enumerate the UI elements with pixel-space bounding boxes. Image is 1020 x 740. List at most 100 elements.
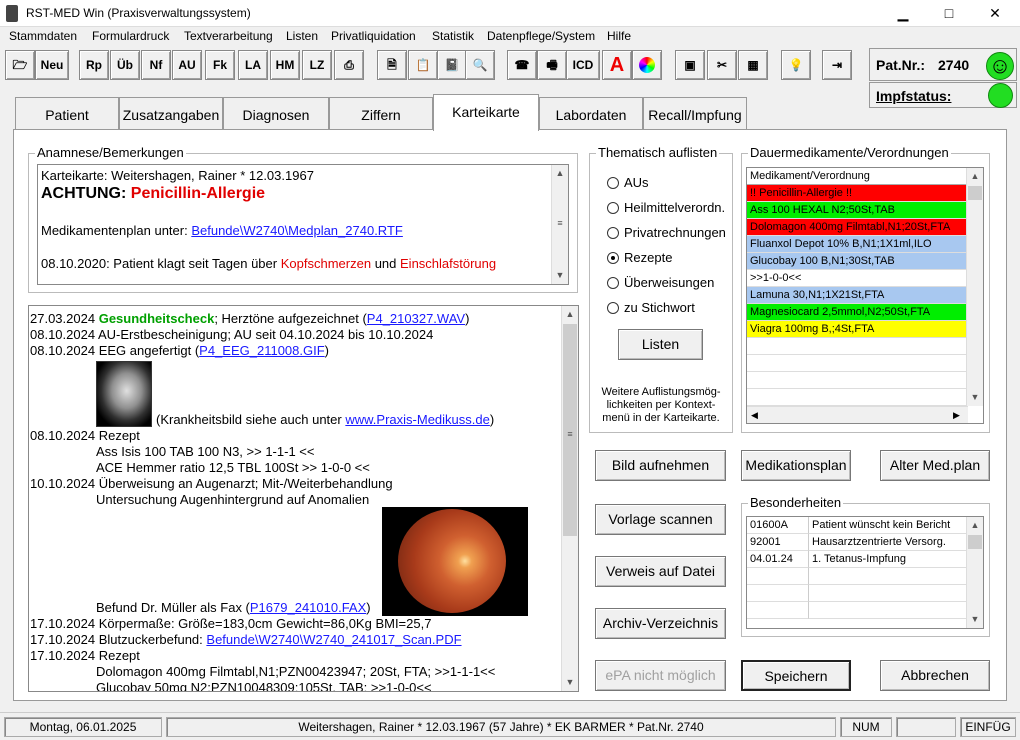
radio-rezepte-label[interactable]: Rezepte [624, 250, 672, 266]
printer-icon[interactable]: ⎙ [334, 50, 364, 80]
medication-row[interactable]: !! Penicillin-Allergie !! [747, 185, 968, 202]
allergy-warning: ACHTUNG: Penicillin-Allergie [41, 185, 266, 202]
radio-aus-label[interactable]: AUs [624, 175, 649, 191]
impfstatus-box[interactable]: Impfstatus: [869, 82, 1017, 108]
radio-ueberweisungen[interactable] [607, 277, 619, 289]
besonderheit-empty [747, 568, 809, 585]
anamnese-scrollbar[interactable]: ▲ ≡ ▼ [551, 165, 568, 284]
safe-icon[interactable]: ▣ [675, 50, 705, 80]
abbrechen-button[interactable]: Abbrechen [880, 660, 990, 691]
lightbulb-icon[interactable]: 💡 [781, 50, 811, 80]
besonderheit-text[interactable]: 1. Tetanus-Impfung [809, 551, 968, 568]
medication-row[interactable]: >>1-0-0<< [747, 270, 968, 287]
besonderheit-empty [809, 585, 968, 602]
medication-row[interactable]: Fluanxol Depot 10% B,N1;1X1ml,ILO [747, 236, 968, 253]
tab-karteikarte[interactable]: Karteikarte [433, 94, 539, 131]
menu-privatliquidation[interactable]: Privatliquidation [331, 29, 416, 43]
dauermedikamente-label: Dauermedikamente/Verordnungen [748, 145, 951, 160]
new-button[interactable]: Neu [35, 50, 69, 80]
menu-textverarbeitung[interactable]: Textverarbeitung [184, 29, 273, 43]
ueb-button[interactable]: Üb [110, 50, 140, 80]
speichern-button[interactable]: Speichern [741, 660, 851, 691]
archiv-verzeichnis-button[interactable]: Archiv-Verzeichnis [595, 608, 726, 639]
tab-zusatzangaben[interactable]: Zusatzangaben [119, 97, 223, 129]
medication-vscroll[interactable]: ▲ ▼ [966, 168, 983, 406]
note-line: 08.10.2020: Patient klagt seit Tagen übe… [41, 256, 497, 271]
besonderheit-code[interactable]: 01600A [747, 517, 809, 534]
verweis-auf-datei-button[interactable]: Verweis auf Datei [595, 556, 726, 587]
bild-aufnehmen-button[interactable]: Bild aufnehmen [595, 450, 726, 481]
radio-privatrechnungen-label[interactable]: Privatrechnungen [624, 225, 726, 241]
radio-rezepte[interactable] [607, 252, 619, 264]
clipboard-icon[interactable]: 📋 [408, 50, 438, 80]
tab-ziffern[interactable]: Ziffern [329, 97, 433, 129]
medication-row[interactable]: Magnesiocard 2,5mmol,N2;50St,FTA [747, 304, 968, 321]
magnifier-icon[interactable]: 🔍 [465, 50, 495, 80]
menu-formulardruck[interactable]: Formulardruck [92, 29, 169, 43]
besonderheit-text[interactable]: Patient wünscht kein Bericht [809, 517, 968, 534]
medication-hscroll[interactable]: ◀ ▶ [747, 406, 968, 423]
notebook-icon[interactable]: 📓 [437, 50, 467, 80]
fk-button[interactable]: Fk [205, 50, 235, 80]
lz-button[interactable]: LZ [302, 50, 332, 80]
color-wheel-icon[interactable] [632, 50, 662, 80]
besonderheiten-grid[interactable]: 01600A Patient wünscht kein Bericht 9200… [746, 516, 984, 629]
calculator-icon[interactable]: ▦ [738, 50, 768, 80]
radio-stichwort-label[interactable]: zu Stichwort [624, 300, 695, 316]
hm-button[interactable]: HM [270, 50, 300, 80]
menu-statistik[interactable]: Statistik [432, 29, 474, 43]
close-button[interactable]: ✕ [972, 0, 1018, 27]
medication-row[interactable]: Glucobay 100 B,N1;30St,TAB [747, 253, 968, 270]
telephone-icon[interactable]: ☎ [507, 50, 537, 80]
menu-stammdaten[interactable]: Stammdaten [9, 29, 77, 43]
radio-heilmittel-label[interactable]: Heilmittelverordn. [624, 200, 725, 216]
listen-button[interactable]: Listen [618, 329, 703, 360]
nf-button[interactable]: Nf [141, 50, 171, 80]
open-folder-icon[interactable]: 🗁 [5, 50, 35, 80]
tools-icon[interactable]: ✂ [707, 50, 737, 80]
medication-grid[interactable]: Medikament/Verordnung !! Penicillin-Alle… [746, 167, 984, 424]
menu-listen[interactable]: Listen [286, 29, 318, 43]
fax-icon[interactable]: 🖷 [537, 50, 567, 80]
menu-datenpflege[interactable]: Datenpflege/System [487, 29, 595, 43]
radio-ueberweisungen-label[interactable]: Überweisungen [624, 275, 714, 291]
kartei-journal[interactable]: 27.03.2024 Gesundheitscheck; Herztöne au… [28, 305, 579, 692]
tab-recall-impfung[interactable]: Recall/Impfung [643, 97, 747, 129]
medikationsplan-button[interactable]: Medikationsplan [741, 450, 851, 481]
medication-row[interactable]: Ass 100 HEXAL N2;50St,TAB [747, 202, 968, 219]
radio-heilmittel[interactable] [607, 202, 619, 214]
radio-privatrechnungen[interactable] [607, 227, 619, 239]
tab-diagnosen[interactable]: Diagnosen [223, 97, 329, 129]
icd-button[interactable]: ICD [566, 50, 600, 80]
minimize-button[interactable]: ▁ [880, 0, 926, 27]
tab-patient[interactable]: Patient [15, 97, 119, 129]
besonderheit-code[interactable]: 04.01.24 [747, 551, 809, 568]
retina-image[interactable] [382, 507, 528, 616]
radio-stichwort[interactable] [607, 302, 619, 314]
document-icon[interactable]: 🗎 [377, 50, 407, 80]
vorlage-scannen-button[interactable]: Vorlage scannen [595, 504, 726, 535]
pharmacy-icon[interactable]: A [602, 50, 632, 80]
medication-row[interactable]: Lamuna 30,N1;1X21St,FTA [747, 287, 968, 304]
tab-labordaten[interactable]: Labordaten [539, 97, 643, 129]
radio-aus[interactable] [607, 177, 619, 189]
au-button[interactable]: AU [172, 50, 202, 80]
anamnese-label: Anamnese/Bemerkungen [35, 145, 186, 160]
besonderheit-text[interactable]: Hausarztzentrierte Versorg. [809, 534, 968, 551]
medication-row[interactable]: Dolomagon 400mg Filmtabl,N1;20St,FTA [747, 219, 968, 236]
menu-hilfe[interactable]: Hilfe [607, 29, 631, 43]
besonderheiten-scrollbar[interactable]: ▲ ▼ [966, 517, 983, 628]
eeg-image[interactable] [96, 361, 152, 427]
maximize-button[interactable]: □ [926, 0, 972, 27]
alter-medplan-button[interactable]: Alter Med.plan [880, 450, 990, 481]
journal-scrollbar[interactable]: ▲ ≡ ▼ [561, 306, 578, 691]
medication-row[interactable]: Viagra 100mg B,;4St,FTA [747, 321, 968, 338]
journal-entry: 10.10.2024 Überweisung an Augenarzt; Mit… [30, 476, 393, 491]
exit-icon[interactable]: ⇥ [822, 50, 852, 80]
rp-button[interactable]: Rp [79, 50, 109, 80]
la-button[interactable]: LA [238, 50, 268, 80]
journal-entry: 17.10.2024 Blutzuckerbefund: Befunde\W27… [30, 632, 462, 647]
anamnese-textbox[interactable]: Karteikarte: Weitershagen, Rainer * 12.0… [37, 164, 569, 285]
besonderheit-code[interactable]: 92001 [747, 534, 809, 551]
medplan-link[interactable]: Befunde\W2740\Medplan_2740.RTF [191, 223, 403, 238]
